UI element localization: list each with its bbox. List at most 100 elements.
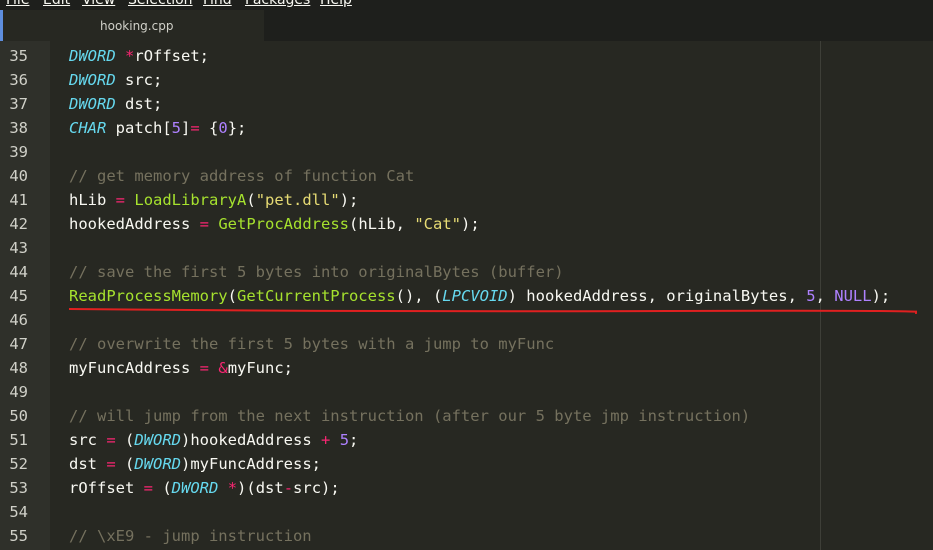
code-token: }; (227, 119, 247, 137)
menu-item-file[interactable]: File (6, 0, 29, 9)
code-token: GetProcAddress (218, 215, 349, 233)
menu-item-help[interactable]: Help (320, 0, 352, 9)
code-line[interactable]: // get memory address of function Cat (69, 164, 414, 188)
code-token: // save the first 5 bytes into originalB… (69, 263, 564, 281)
code-token: )(dst (237, 479, 284, 497)
code-line[interactable]: hookedAddress = GetProcAddress(hLib, "Ca… (69, 212, 480, 236)
line-number: 48 (9, 359, 28, 377)
code-token: ( (153, 479, 172, 497)
code-token: = (199, 215, 209, 233)
code-token: ); (339, 191, 359, 209)
line-number: 55 (9, 527, 28, 545)
code-token: = (106, 455, 116, 473)
code-token: { (199, 119, 219, 137)
line-number: 39 (9, 143, 28, 161)
code-line[interactable]: DWORD *rOffset; (69, 44, 209, 68)
code-token: ); (871, 287, 891, 305)
code-editor[interactable]: 35 DWORD *rOffset; 36 DWORD src; 37 DWORD dst… (0, 41, 933, 550)
code-line[interactable]: DWORD src; (69, 68, 162, 92)
code-line[interactable]: ReadProcessMemory(GetCurrentProcess(), (… (69, 284, 890, 308)
code-token: GetCurrentProcess (236, 287, 396, 305)
code-token: DWORD (134, 431, 182, 449)
code-line[interactable]: src = (DWORD)hookedAddress + 5; (69, 428, 358, 452)
tab-bar: hooking.cpp (0, 10, 933, 41)
code-token: myFuncAddress (69, 359, 200, 377)
code-token: ( (115, 455, 135, 473)
code-token: LPCVOID (442, 287, 508, 305)
menu-bar: File Edit View Selection Find Packages Help (0, 0, 933, 10)
code-token: hookedAddress (69, 215, 200, 233)
code-token: LoadLibraryA (134, 191, 247, 209)
code-token: CHAR (69, 119, 107, 137)
line-number: 52 (9, 455, 28, 473)
code-token: = (190, 119, 200, 137)
code-token: rOffset; (134, 47, 210, 65)
code-line[interactable]: // \xE9 - jump instruction (69, 524, 312, 548)
line-number: 46 (9, 311, 28, 329)
code-line[interactable]: // save the first 5 bytes into originalB… (69, 260, 564, 284)
red-annotation-underline (68, 308, 917, 314)
code-token: , (815, 287, 835, 305)
menu-item-selection[interactable]: Selection (128, 0, 193, 9)
code-token: ( (115, 431, 135, 449)
code-token: = (106, 431, 116, 449)
code-token: src; (115, 71, 163, 89)
code-line[interactable]: // overwrite the first 5 bytes with a ju… (69, 332, 554, 356)
code-token: 5 (171, 119, 181, 137)
code-token: DWORD (171, 479, 219, 497)
code-token: NULL (834, 287, 872, 305)
code-token: (), ( (395, 287, 443, 305)
code-token: DWORD (69, 47, 116, 65)
code-token: 5 (339, 431, 350, 449)
code-token: ) hookedAddress, originalBytes, (507, 287, 807, 305)
line-number: 42 (9, 215, 28, 233)
menu-item-packages[interactable]: Packages (245, 0, 310, 9)
code-token: // will jump from the next instruction (… (69, 407, 751, 425)
code-token: dst; (115, 95, 163, 113)
code-token: = (115, 191, 126, 209)
code-token: * (125, 47, 135, 65)
code-token: rOffset (69, 479, 144, 497)
line-number: 54 (9, 503, 28, 521)
code-line[interactable]: // will jump from the next instruction (… (69, 404, 750, 428)
code-token: (hLib, (349, 215, 415, 233)
code-token: // overwrite the first 5 bytes with a ju… (69, 335, 555, 353)
code-line[interactable]: DWORD dst; (69, 92, 162, 116)
code-token: = (143, 479, 153, 497)
code-token: & (218, 359, 228, 377)
code-token: - (283, 479, 294, 497)
tab-label: hooking.cpp (100, 19, 174, 33)
code-token: = (199, 359, 209, 377)
code-token: ( (246, 191, 256, 209)
code-line[interactable]: myFuncAddress = &myFunc; (69, 356, 293, 380)
menu-item-find[interactable]: Find (203, 0, 232, 9)
code-line[interactable]: rOffset = (DWORD *)(dst-src); (69, 476, 340, 500)
code-token: ] (181, 119, 191, 137)
code-token: ; (349, 431, 359, 449)
code-token: ( (227, 287, 237, 305)
menu-item-view[interactable]: View (82, 0, 115, 9)
code-line[interactable]: hLib = LoadLibraryA("pet.dll"); (69, 188, 358, 212)
code-line[interactable]: CHAR patch[5]= {0}; (69, 116, 246, 140)
line-number: 50 (9, 407, 28, 425)
line-number: 36 (9, 71, 28, 89)
line-number: 47 (9, 335, 28, 353)
code-token: )myFuncAddress; (181, 455, 321, 473)
menu-item-edit[interactable]: Edit (43, 0, 70, 9)
code-token: src); (293, 479, 340, 497)
code-token: dst (69, 455, 107, 473)
code-token: DWORD (69, 71, 116, 89)
line-number: 35 (9, 47, 28, 65)
code-token: * (227, 479, 238, 497)
code-line[interactable]: dst = (DWORD)myFuncAddress; (69, 452, 321, 476)
line-number: 43 (9, 239, 28, 257)
code-token: "pet.dll" (255, 191, 340, 209)
line-number: 41 (9, 191, 28, 209)
tab-hooking-cpp[interactable]: hooking.cpp (0, 10, 264, 41)
code-token: ); (461, 215, 480, 233)
